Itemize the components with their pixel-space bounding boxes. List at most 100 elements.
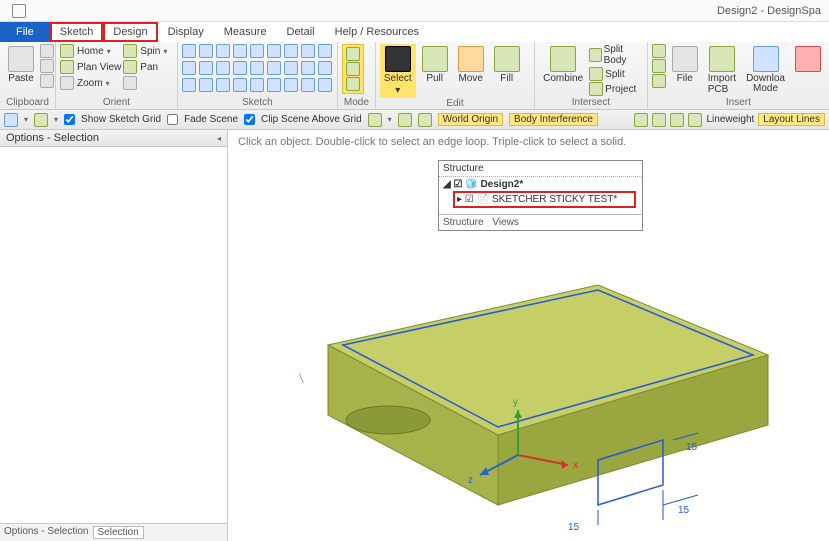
- split-button[interactable]: Split: [589, 67, 643, 81]
- sk-ic[interactable]: [301, 61, 315, 75]
- body-interference-chip[interactable]: Body Interference: [509, 113, 598, 126]
- sk-ic[interactable]: [267, 61, 281, 75]
- sk-ic[interactable]: [250, 78, 264, 92]
- splitbody-button[interactable]: Split Body: [589, 44, 643, 66]
- planview-button[interactable]: Plan View: [60, 60, 121, 74]
- panel-tab-selection[interactable]: Selection: [93, 526, 144, 539]
- sk-ic[interactable]: [233, 78, 247, 92]
- svg-text:y: y: [513, 397, 518, 408]
- tab-display[interactable]: Display: [158, 22, 214, 42]
- ob-ic[interactable]: [418, 113, 432, 127]
- ob-ic[interactable]: [670, 113, 684, 127]
- tab-design[interactable]: Design: [103, 22, 157, 42]
- sk-ic[interactable]: [318, 78, 332, 92]
- line-icon[interactable]: [182, 44, 196, 58]
- viewport[interactable]: Click an object. Double-click to select …: [228, 130, 829, 541]
- combine-button[interactable]: Combine: [539, 44, 587, 86]
- world-origin-chip[interactable]: World Origin: [438, 113, 503, 126]
- panel-tab-options[interactable]: Options - Selection: [4, 526, 89, 539]
- sk-ic[interactable]: [199, 61, 213, 75]
- svg-text:15: 15: [678, 505, 690, 516]
- pcb-icon: [709, 46, 735, 72]
- spin-icon: [123, 44, 137, 58]
- ins-ic2[interactable]: [652, 59, 666, 73]
- model-view[interactable]: x y z 15 15 15 ⟋: [268, 205, 798, 535]
- home-button[interactable]: Home▾: [60, 44, 121, 58]
- move-button[interactable]: Move: [454, 44, 488, 86]
- circle-icon[interactable]: [216, 44, 230, 58]
- ob-ic[interactable]: [688, 113, 702, 127]
- ins-ic3[interactable]: [652, 74, 666, 88]
- clip-scene-checkbox[interactable]: [244, 114, 255, 125]
- tab-measure[interactable]: Measure: [214, 22, 277, 42]
- pan-button[interactable]: Pan: [123, 60, 167, 74]
- ob-ic[interactable]: [634, 113, 648, 127]
- ellipse-icon[interactable]: [284, 44, 298, 58]
- structure-root[interactable]: ◢ ☑ 🧊 Design2*: [443, 179, 638, 190]
- orient-extra[interactable]: [123, 76, 167, 90]
- zoom-button[interactable]: Zoom▾: [60, 76, 121, 90]
- ob-ic[interactable]: [368, 113, 382, 127]
- ob-ic[interactable]: [398, 113, 412, 127]
- ob-ic[interactable]: [652, 113, 666, 127]
- sk-ic[interactable]: [199, 78, 213, 92]
- sk-ic[interactable]: [284, 61, 298, 75]
- layout-lines-chip[interactable]: Layout Lines: [758, 113, 825, 126]
- sk-ic[interactable]: [182, 78, 196, 92]
- group-mode-label: Mode: [342, 97, 371, 109]
- orient-icon: [123, 76, 137, 90]
- tab-sketch[interactable]: Sketch: [50, 22, 104, 42]
- mode-icon-1[interactable]: [346, 47, 360, 61]
- sk-ic[interactable]: [216, 61, 230, 75]
- lineweight-label[interactable]: Lineweight: [706, 114, 754, 125]
- group-insert-label: Insert: [652, 97, 825, 109]
- sk-ic[interactable]: [182, 61, 196, 75]
- sk-ic[interactable]: [267, 78, 281, 92]
- model-slot[interactable]: [346, 406, 430, 434]
- select-button[interactable]: Select▾: [380, 44, 416, 98]
- cut-icon[interactable]: [40, 44, 54, 58]
- tab-file[interactable]: File: [0, 22, 50, 42]
- rect-icon[interactable]: [233, 44, 247, 58]
- text-icon[interactable]: [318, 44, 332, 58]
- sk-ic[interactable]: [250, 61, 264, 75]
- sk-ic[interactable]: [318, 61, 332, 75]
- fade-scene-checkbox[interactable]: [167, 114, 178, 125]
- svg-text:x: x: [573, 460, 578, 471]
- ribbon-tabs: File Sketch Design Display Measure Detai…: [0, 22, 829, 42]
- tab-help[interactable]: Help / Resources: [325, 22, 429, 42]
- group-orient-label: Orient: [60, 97, 173, 109]
- paste-label: Paste: [8, 73, 34, 84]
- fill-button[interactable]: Fill: [490, 44, 524, 86]
- panel-collapse-icon[interactable]: ◂: [217, 134, 221, 143]
- arc-icon[interactable]: [199, 44, 213, 58]
- svg-text:z: z: [468, 475, 473, 486]
- project-button[interactable]: Project: [589, 82, 643, 96]
- clip-scene-label: Clip Scene Above Grid: [261, 114, 362, 125]
- show-sketch-grid-checkbox[interactable]: [64, 114, 75, 125]
- paste-button[interactable]: Paste: [4, 44, 38, 86]
- spline-icon[interactable]: [267, 44, 281, 58]
- point-icon[interactable]: [301, 44, 315, 58]
- clip-icon[interactable]: [40, 74, 54, 88]
- file-button[interactable]: File: [668, 44, 702, 86]
- sk-ic[interactable]: [284, 78, 298, 92]
- pull-button[interactable]: Pull: [418, 44, 452, 86]
- copy-icon[interactable]: [40, 59, 54, 73]
- sketch-tool-grid: [182, 44, 334, 94]
- sk-ic[interactable]: [233, 61, 247, 75]
- sk-ic[interactable]: [301, 78, 315, 92]
- import-pcb-button[interactable]: Import PCB: [704, 44, 740, 97]
- ins-ic1[interactable]: [652, 44, 666, 58]
- polyline-icon[interactable]: [250, 44, 264, 58]
- mode-icon-2[interactable]: [346, 62, 360, 76]
- ob-ic[interactable]: [34, 113, 48, 127]
- sk-ic[interactable]: [216, 78, 230, 92]
- save-icon[interactable]: [4, 113, 18, 127]
- download-mode-button[interactable]: DownloaMode: [742, 44, 789, 96]
- mode-icon-3[interactable]: [346, 77, 360, 91]
- 3d-button[interactable]: [791, 44, 825, 74]
- spin-button[interactable]: Spin▾: [123, 44, 167, 58]
- tab-detail[interactable]: Detail: [277, 22, 325, 42]
- group-intersect-label: Intersect: [539, 97, 643, 109]
